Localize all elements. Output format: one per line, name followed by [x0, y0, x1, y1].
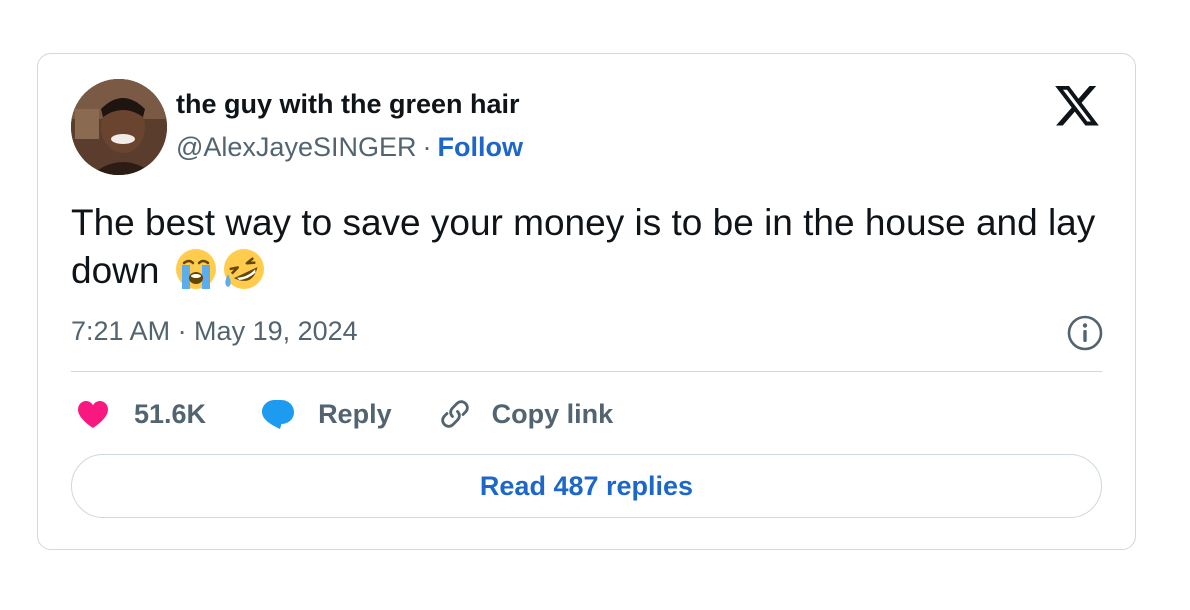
avatar[interactable] [71, 79, 167, 175]
like-count: 51.6K [134, 398, 207, 429]
author-display-name[interactable]: the guy with the green hair [176, 89, 520, 120]
loudly-crying-face-emoji [174, 247, 218, 291]
rolling-on-floor-laughing-emoji [222, 247, 266, 291]
author-handle-line: @AlexJayeSINGER · Follow [176, 132, 523, 163]
divider [71, 371, 1102, 372]
avatar-photo [71, 79, 167, 175]
tweet-actions: 51.6K Reply Copy link [76, 394, 613, 434]
copy-link-label: Copy link [491, 398, 614, 429]
link-icon [440, 400, 469, 428]
like-button[interactable]: 51.6K [76, 399, 206, 430]
heart-icon [78, 401, 108, 428]
tweet-text: The best way to save your money is to be… [71, 199, 1111, 295]
speech-bubble-icon [262, 400, 295, 429]
copy-link-button[interactable]: Copy link [438, 397, 614, 431]
tweet-card: the guy with the green hair @AlexJayeSIN… [37, 53, 1136, 550]
author-handle[interactable]: @AlexJayeSINGER [176, 132, 416, 162]
x-logo-icon[interactable] [1055, 86, 1099, 126]
tweet-timestamp[interactable]: 7:21 AM · May 19, 2024 [71, 316, 358, 347]
read-replies-button[interactable]: Read 487 replies [71, 454, 1102, 518]
reply-label: Reply [318, 398, 392, 429]
reply-button[interactable]: Reply [260, 398, 392, 430]
read-replies-label: Read 487 replies [479, 470, 694, 501]
follow-button[interactable]: Follow [437, 132, 522, 162]
info-icon[interactable] [1066, 314, 1104, 352]
handle-separator: · [422, 132, 432, 162]
